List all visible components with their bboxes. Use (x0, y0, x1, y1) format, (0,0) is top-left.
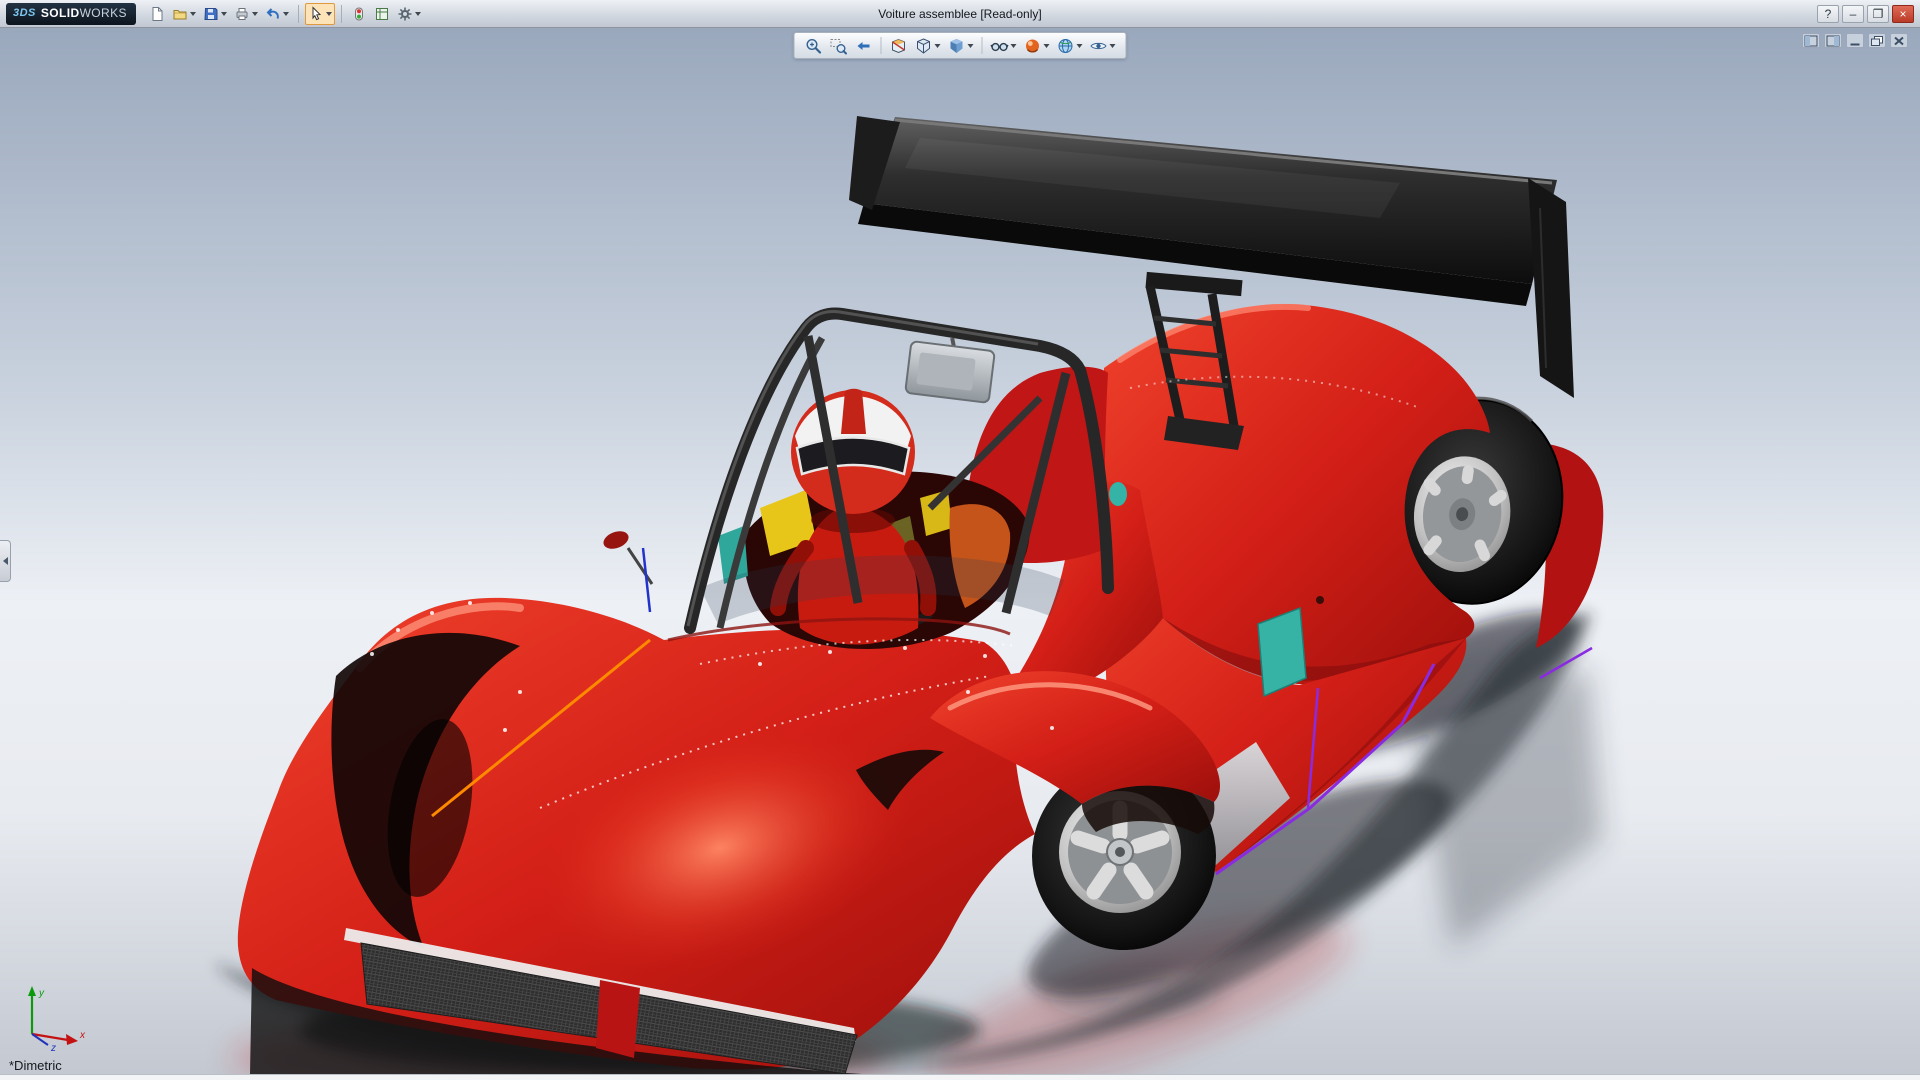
door-latch (1316, 596, 1324, 604)
new-document-icon (149, 6, 165, 22)
brand-name-solid: SOLID (41, 6, 80, 20)
doc-restore-button[interactable] (1868, 33, 1886, 48)
printer-icon (234, 6, 250, 22)
chevron-down-icon[interactable] (326, 12, 332, 16)
new-document-button[interactable] (146, 3, 168, 25)
view-cube-icon (915, 37, 933, 55)
3d-scene[interactable] (0, 28, 1920, 1074)
minimize-icon (1848, 35, 1862, 47)
close-icon (1892, 35, 1906, 47)
help-button[interactable]: ? (1817, 5, 1839, 23)
restore-icon (1870, 35, 1884, 47)
chevron-down-icon[interactable] (1011, 44, 1017, 48)
status-bar (0, 1074, 1920, 1080)
gear-icon (397, 6, 413, 22)
eye-icon (1090, 37, 1108, 55)
edit-appearance-button[interactable] (1021, 34, 1053, 57)
chevron-down-icon[interactable] (1077, 44, 1083, 48)
titlebar: 3DS SOLIDWORKS (0, 0, 1920, 28)
doc-split-left-button[interactable] (1802, 33, 1820, 48)
previous-view-button[interactable] (852, 34, 876, 57)
hide-show-items-button[interactable] (988, 34, 1020, 57)
section-view-button[interactable] (887, 34, 911, 57)
save-button[interactable] (200, 3, 230, 25)
previous-view-icon (855, 37, 873, 55)
undo-button[interactable] (262, 3, 292, 25)
view-orientation-label: *Dimetric (9, 1058, 62, 1073)
chevron-down-icon[interactable] (968, 44, 974, 48)
3ds-logo: 3DS (13, 7, 36, 19)
solidworks-window: 3DS SOLIDWORKS (0, 0, 1920, 1080)
grille-pylon (596, 980, 640, 1058)
triad-x-label: x (79, 1030, 86, 1041)
chevron-down-icon[interactable] (1044, 44, 1050, 48)
chevron-down-icon[interactable] (283, 12, 289, 16)
toolbar-separator (341, 5, 342, 23)
close-button[interactable]: × (1892, 5, 1914, 23)
toolbar-separator (298, 5, 299, 23)
rebuild-button[interactable] (348, 3, 370, 25)
document-window-controls (1802, 33, 1908, 48)
teal-marker (1109, 482, 1127, 506)
solidworks-logo: 3DS SOLIDWORKS (6, 3, 136, 25)
open-button[interactable] (169, 3, 199, 25)
view-orientation-button[interactable] (912, 34, 944, 57)
chevron-down-icon[interactable] (190, 12, 196, 16)
feature-pane-toggle[interactable] (0, 540, 11, 582)
appearance-sphere-icon (1024, 37, 1042, 55)
glasses-icon (991, 37, 1009, 55)
reference-triad: y x z (14, 982, 90, 1052)
file-properties-button[interactable] (371, 3, 393, 25)
triad-z-label: z (50, 1043, 56, 1052)
heads-up-view-toolbar (794, 32, 1127, 59)
toolbar-separator (982, 37, 983, 54)
rebuild-traffic-light-icon (351, 6, 367, 22)
toolbar-separator (881, 37, 882, 54)
chevron-down-icon[interactable] (221, 12, 227, 16)
doc-split-right-button[interactable] (1824, 33, 1842, 48)
restore-button[interactable]: ❐ (1867, 5, 1889, 23)
display-style-button[interactable] (945, 34, 977, 57)
print-button[interactable] (231, 3, 261, 25)
save-floppy-icon (203, 6, 219, 22)
chevron-down-icon[interactable] (415, 12, 421, 16)
chevron-down-icon[interactable] (1110, 44, 1116, 48)
zoom-to-fit-button[interactable] (802, 34, 826, 57)
standard-toolbar (146, 3, 424, 25)
zoom-area-icon (830, 37, 848, 55)
zoom-to-area-button[interactable] (827, 34, 851, 57)
pane-left-icon (1804, 35, 1818, 47)
pane-right-icon (1826, 35, 1840, 47)
chevron-down-icon[interactable] (252, 12, 258, 16)
doc-close-button[interactable] (1890, 33, 1908, 48)
section-view-icon (890, 37, 908, 55)
apply-scene-button[interactable] (1054, 34, 1086, 57)
window-title: Voiture assemblee [Read-only] (878, 7, 1041, 21)
triad-y-label: y (38, 988, 45, 999)
view-settings-button[interactable] (1087, 34, 1119, 57)
select-cursor-icon (308, 6, 324, 22)
chevron-left-icon (3, 557, 8, 565)
properties-sheet-icon (374, 6, 390, 22)
doc-minimize-button[interactable] (1846, 33, 1864, 48)
window-controls: ? – ❐ × (1817, 5, 1914, 23)
zoom-to-fit-icon (805, 37, 823, 55)
minimize-button[interactable]: – (1842, 5, 1864, 23)
scene-globe-icon (1057, 37, 1075, 55)
open-folder-icon (172, 6, 188, 22)
options-button[interactable] (394, 3, 424, 25)
display-style-cube-icon (948, 37, 966, 55)
chevron-down-icon[interactable] (935, 44, 941, 48)
graphics-viewport[interactable]: y x z *Dimetric (0, 28, 1920, 1074)
select-tool-button[interactable] (305, 3, 335, 25)
brand-name-works: WORKS (80, 6, 127, 20)
undo-arrow-icon (265, 6, 281, 22)
